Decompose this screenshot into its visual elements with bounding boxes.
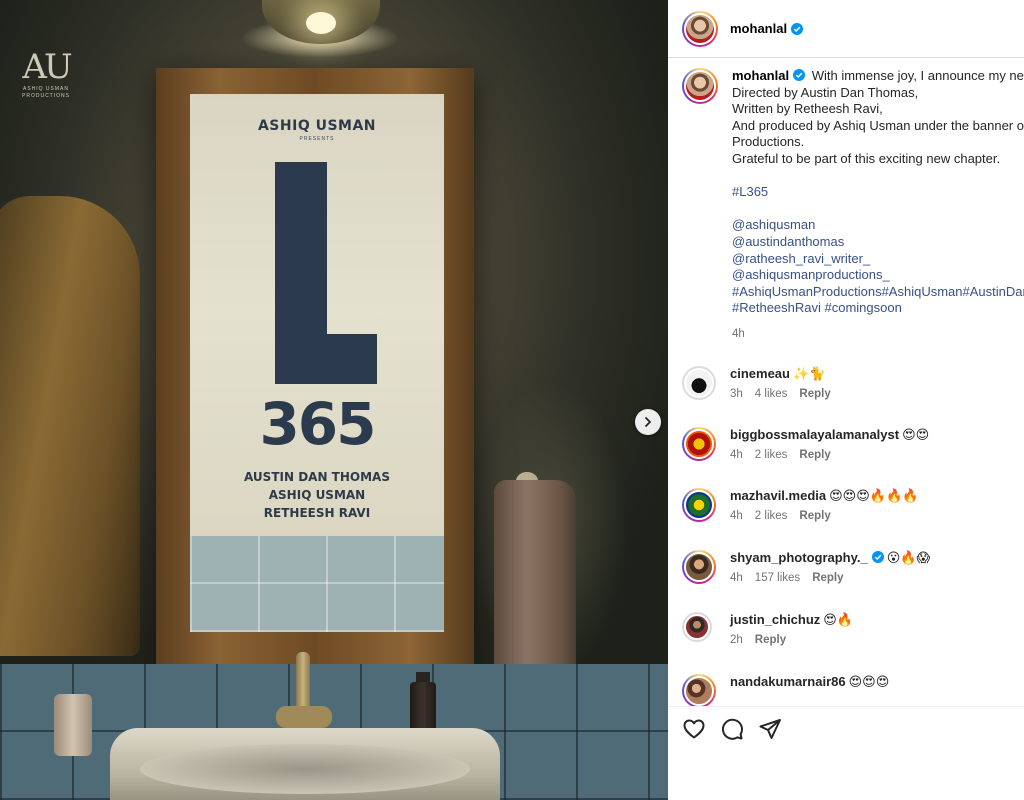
comment-text: 😍😍😍 (848, 674, 890, 689)
comment-likes[interactable]: 2 likes (755, 510, 788, 522)
caption-text: With immense joy, I announce my next (811, 68, 1024, 83)
next-slide-button[interactable] (635, 409, 661, 435)
poster-credit: ASHIQ USMAN (268, 488, 366, 502)
comment-time[interactable]: 4h (730, 510, 743, 522)
faucet-base (276, 706, 332, 728)
avatar[interactable] (682, 612, 712, 642)
comment-item: cinemeau ✨🐈 3h 4 likes Reply (682, 366, 1024, 400)
comment-text: 😍😍 (902, 427, 930, 442)
caption-body: mohanlal With immense joy, I announce my… (732, 68, 1024, 343)
mirror-reflection-tiles (190, 536, 444, 632)
caption: mohanlal With immense joy, I announce my… (682, 68, 1024, 343)
post-side-panel: mohanlal mohanlal With immense joy, I an… (668, 0, 1024, 800)
comment-time[interactable]: 2h (730, 634, 743, 646)
avatar[interactable] (682, 10, 718, 47)
avatar[interactable] (682, 68, 718, 104)
comment-text: 😍😍😍🔥🔥🔥 (829, 488, 919, 503)
caption-line: mohanlal With immense joy, I announce my… (732, 68, 1024, 85)
caption-timestamp[interactable]: 4h (732, 326, 1024, 343)
mention-link[interactable]: @ashiqusmanproductions_ (732, 267, 1024, 284)
post-header: mohanlal (668, 0, 1024, 58)
comment-username[interactable]: justin_chichuz (730, 612, 820, 627)
caption-username[interactable]: mohanlal (732, 68, 789, 83)
sink-basin (140, 744, 470, 794)
avatar[interactable] (682, 427, 716, 461)
comment-username[interactable]: mazhavil.media (730, 488, 826, 503)
reply-button[interactable]: Reply (812, 572, 843, 584)
hashtag-link[interactable]: #AshiqUsmanProductions#AshiqUsman#Austin… (732, 284, 1024, 301)
comment-username[interactable]: biggbossmalayalamanalyst (730, 427, 899, 442)
comment-time[interactable]: 4h (730, 449, 743, 461)
logo-mark: AU (22, 47, 72, 87)
mention-link[interactable]: @ashiqusman (732, 217, 1024, 234)
reply-button[interactable]: Reply (799, 449, 830, 461)
production-logo: AU ASHIQ USMAN PRODUCTIONS (22, 47, 73, 100)
hashtag-link[interactable]: #RetheeshRavi #comingsoon (732, 300, 1024, 317)
comment-time[interactable]: 3h (730, 388, 743, 400)
avatar[interactable] (682, 366, 716, 400)
comment-item: biggbossmalayalamanalyst 😍😍 4h 2 likes Repl… (682, 427, 1024, 461)
poster-presents: PRESENTS (299, 136, 335, 142)
paper-plane-icon[interactable] (758, 717, 782, 741)
caption-text: Written by Retheesh Ravi, (732, 101, 883, 117)
avatar[interactable] (682, 550, 716, 584)
comment-username[interactable]: nandakumarnair86 (730, 674, 846, 689)
poster-title-number: 365 (259, 390, 376, 458)
comment-likes[interactable]: 157 likes (755, 572, 800, 584)
poster-credit: RETHEESH RAVI (263, 506, 371, 520)
comment-item: shyam_photography._ 😮🔥😱 4h 157 likes Reply (682, 550, 1024, 584)
post-author-username[interactable]: mohanlal (730, 21, 787, 36)
post-action-bar (668, 706, 1024, 800)
lamp-bulb (306, 12, 336, 34)
verified-badge-icon (791, 22, 804, 35)
comment-likes[interactable]: 2 likes (755, 449, 788, 461)
hashtag-link[interactable]: #L365 (732, 184, 1024, 201)
comment-text: 😍🔥 (823, 612, 854, 627)
chevron-right-icon (645, 417, 651, 427)
title-letter-l-foot (275, 334, 377, 384)
reply-button[interactable]: Reply (799, 388, 830, 400)
verified-badge-icon (793, 69, 806, 81)
poster-presenter: ASHIQ USMAN (257, 118, 377, 134)
caption-text: Productions. (732, 134, 805, 150)
comment-text: ✨🐈 (792, 366, 826, 381)
avatar[interactable] (682, 488, 716, 522)
heart-icon[interactable] (682, 717, 706, 741)
post-media-image[interactable]: AU ASHIQ USMAN PRODUCTIONS ASHIQ USMAN P… (0, 0, 668, 800)
reply-button[interactable]: Reply (755, 634, 786, 646)
comment-text: 😮🔥😱 (886, 550, 931, 565)
avatar[interactable] (682, 674, 716, 708)
reply-button[interactable]: Reply (799, 510, 830, 522)
poster-credit: AUSTIN DAN THOMAS (244, 470, 390, 484)
comment-likes[interactable]: 4 likes (755, 388, 788, 400)
caption-text: And produced by Ashiq Usman under the ba… (732, 117, 1024, 133)
caption-text: Grateful to be part of this exciting new… (732, 150, 1001, 166)
comment-item: mazhavil.media 😍😍😍🔥🔥🔥 4h 2 likes Reply (682, 488, 1024, 522)
hanging-uniform-shirt (0, 196, 140, 656)
caption-text: Directed by Austin Dan Thomas, (732, 84, 919, 100)
soap-dispenser (54, 694, 92, 756)
comment-item: nandakumarnair86 😍😍😍 (682, 674, 1024, 708)
comment-bubble-icon[interactable] (720, 717, 744, 741)
mention-link[interactable]: @ratheesh_ravi_writer_ (732, 251, 1024, 268)
verified-badge-icon (871, 551, 884, 563)
logo-subtitle: ASHIQ USMAN PRODUCTIONS (22, 86, 70, 99)
comment-username[interactable]: shyam_photography._ (730, 550, 868, 565)
mirror-poster: ASHIQ USMAN PRESENTS 365 AUSTIN DAN THOM… (190, 94, 444, 632)
comment-time[interactable]: 4h (730, 572, 743, 584)
mention-link[interactable]: @austindanthomas (732, 234, 1024, 251)
comment-username[interactable]: cinemeau (730, 366, 790, 381)
comment-item: justin_chichuz 😍🔥 2h Reply (682, 612, 1024, 646)
